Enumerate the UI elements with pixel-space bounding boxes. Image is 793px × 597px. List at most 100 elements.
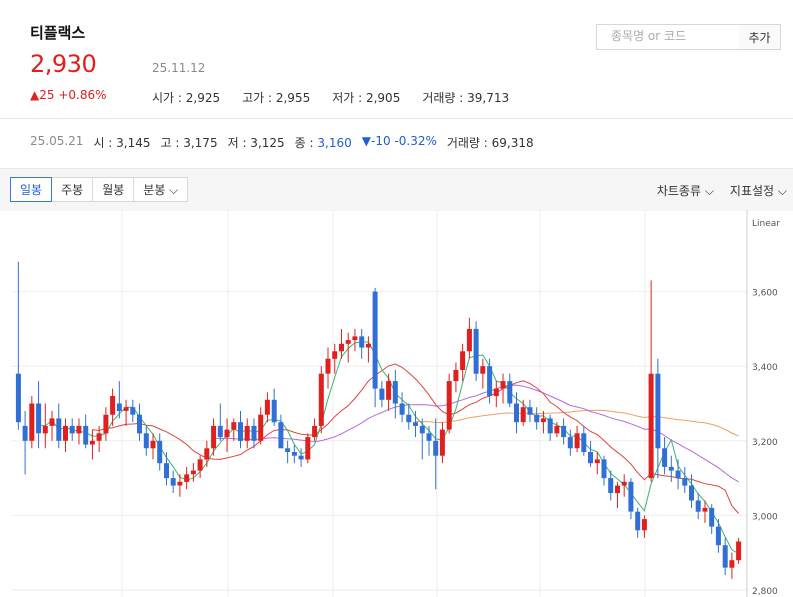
candle-body — [540, 418, 546, 423]
indicator-settings-menu[interactable]: 지표설정 ⌵ — [730, 182, 787, 199]
candle-body — [157, 440, 163, 464]
candle-body — [682, 478, 688, 486]
candle-body — [184, 474, 190, 482]
candle-body — [567, 437, 573, 449]
candle-body — [554, 425, 560, 434]
candle-body — [170, 478, 176, 486]
candle-body — [110, 396, 116, 415]
candle-body — [588, 452, 593, 464]
low-price: 저가 : 2,905 — [332, 91, 401, 105]
candle-body — [258, 414, 264, 441]
candle-body — [648, 373, 654, 479]
candle-body — [345, 340, 351, 344]
candle-body — [446, 381, 452, 430]
candle-body — [621, 481, 627, 486]
high-price: 고가 : 2,955 — [242, 91, 311, 105]
candle-body — [480, 366, 486, 374]
candle-body — [271, 399, 277, 423]
candle-body — [615, 485, 620, 494]
candle-body — [204, 448, 210, 460]
candle-body — [655, 373, 661, 449]
candle-body — [426, 433, 432, 441]
candle-body — [116, 403, 122, 411]
prev-open: 시 : 3,145 — [93, 136, 151, 150]
price-change: ▲25 +0.86% — [30, 88, 107, 102]
candle-body — [736, 541, 742, 561]
prev-low: 저 : 3,125 — [227, 136, 285, 150]
candle-body — [164, 463, 169, 479]
period-tabs: 일봉 주봉 월봉 분봉 ⌵ — [10, 177, 189, 202]
prev-volume: 거래량 : 69,318 — [446, 136, 534, 150]
candle-body — [628, 481, 634, 512]
candle-body — [352, 336, 358, 341]
candle-body — [224, 429, 230, 438]
candle-body — [709, 507, 715, 527]
divider — [0, 118, 793, 119]
candle-body — [392, 381, 398, 404]
candle-body — [291, 452, 297, 456]
stock-name: 티플랙스 — [30, 24, 86, 42]
prev-high: 고 : 3,175 — [160, 136, 218, 150]
candle-body — [702, 507, 708, 512]
candle-body — [547, 418, 553, 434]
candle-body — [177, 481, 183, 486]
candle-body — [312, 425, 318, 438]
candle-body — [285, 448, 291, 452]
candle-body — [581, 433, 587, 452]
candle-body — [406, 414, 412, 423]
candle-body — [83, 425, 89, 445]
candle-body — [453, 369, 459, 382]
candle-body — [399, 403, 405, 415]
ma20-line — [92, 363, 739, 514]
candle-body — [379, 388, 385, 400]
candle-body — [69, 425, 75, 434]
scale-label: Linear — [752, 219, 780, 229]
candle-body — [197, 459, 203, 471]
candle-body — [439, 429, 445, 456]
candle-body — [372, 291, 378, 389]
tab-daily[interactable]: 일봉 — [10, 177, 53, 202]
tab-weekly[interactable]: 주봉 — [51, 177, 94, 202]
chart-type-menu[interactable]: 차트종류 ⌵ — [657, 182, 714, 199]
candle-body — [722, 545, 728, 568]
candle-body — [49, 418, 55, 426]
candle-body — [514, 403, 519, 423]
candle-body — [635, 511, 641, 531]
candle-body — [695, 500, 701, 512]
candle-body — [419, 425, 425, 434]
candle-body — [325, 358, 331, 374]
candle-body — [103, 414, 109, 434]
candle-body — [89, 440, 95, 445]
candle-body — [386, 381, 392, 400]
candle-body — [76, 425, 82, 434]
candle-body — [365, 343, 371, 348]
candle-body — [473, 328, 479, 374]
candle-body — [238, 422, 243, 441]
candle-body — [641, 519, 647, 531]
candle-body — [534, 414, 540, 423]
candle-body — [190, 470, 196, 475]
candle-body — [150, 440, 156, 449]
y-tick-label: 2,800 — [752, 587, 778, 597]
candle-body — [264, 399, 270, 415]
y-tick-label: 3,600 — [752, 289, 778, 299]
search-input[interactable] — [597, 25, 741, 47]
candle-body — [36, 403, 42, 434]
candlestick-chart: 2,800 3,000 3,200 3,400 3,600 Linear — [12, 210, 780, 597]
candle-body — [298, 455, 304, 460]
candle-body — [413, 422, 418, 426]
candle-body — [96, 433, 102, 441]
prev-date: 25.05.21 — [30, 134, 84, 148]
tab-minute[interactable]: 분봉 ⌵ — [133, 177, 189, 202]
candle-body — [608, 478, 614, 493]
search-box — [596, 24, 741, 50]
tab-monthly[interactable]: 월봉 — [92, 177, 135, 202]
candle-body — [211, 425, 217, 449]
candle-body — [460, 351, 466, 370]
candle-body — [15, 373, 21, 423]
candle-body — [487, 366, 493, 396]
add-button[interactable]: 추가 — [739, 24, 781, 50]
candle-body — [507, 381, 513, 404]
candle-body — [715, 526, 721, 546]
previous-day-summary: 25.05.21 시 : 3,145 고 : 3,175 저 : 3,125 종… — [30, 134, 534, 151]
